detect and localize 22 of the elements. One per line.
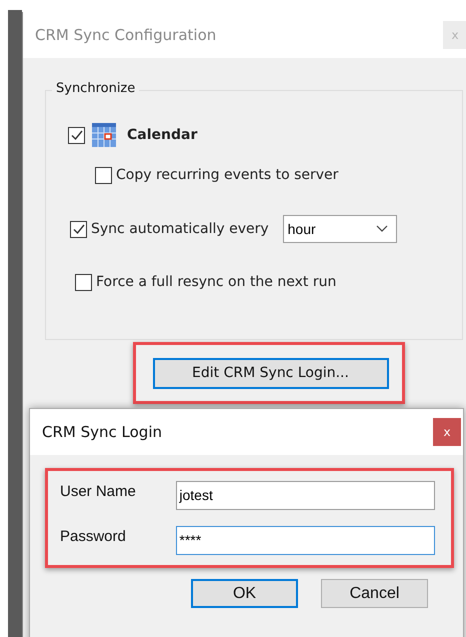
field-label: User Name	[60, 482, 137, 500]
dialog-title: CRM Sync Login	[42, 423, 162, 441]
group-title: Synchronize	[52, 81, 140, 96]
checkbox-label: Calendar	[127, 127, 198, 143]
checkbox-label: Sync automatically every	[91, 221, 269, 237]
input-field[interactable]: ****	[176, 526, 435, 555]
close-button[interactable]: x	[433, 418, 461, 446]
interval-dropdown[interactable]: hour	[282, 215, 397, 243]
field-label: Password	[60, 527, 127, 545]
dialog-button[interactable]: OK	[191, 579, 298, 608]
checkbox-label: Force a full resync on the next run	[96, 274, 336, 290]
chevron-down-icon	[376, 225, 388, 233]
checkbox-label: Copy recurring events to server	[116, 167, 338, 183]
checkbox[interactable]	[70, 220, 87, 238]
checkbox[interactable]	[68, 126, 85, 144]
calendar-icon	[91, 122, 117, 148]
window-title: CRM Sync Configuration	[35, 26, 216, 44]
edit-login-button[interactable]: Edit CRM Sync Login...	[152, 358, 388, 388]
input-field[interactable]: jotest	[176, 481, 435, 510]
dialog-button[interactable]: Cancel	[321, 579, 428, 608]
checkbox[interactable]	[75, 274, 92, 290]
checkbox[interactable]	[95, 166, 112, 184]
